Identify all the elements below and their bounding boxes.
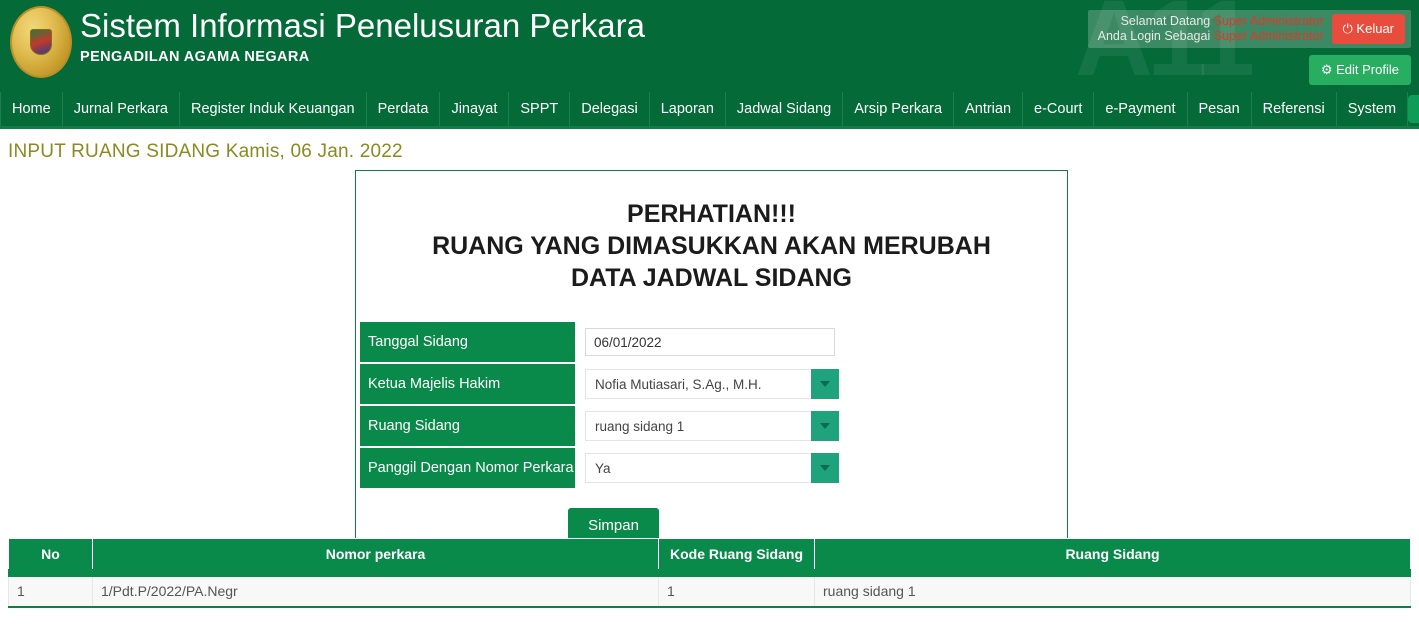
nav-item-e-court[interactable]: e-Court (1023, 92, 1094, 126)
table-head: No Nomor perkara Kode Ruang Sidang Ruang… (9, 539, 1411, 573)
edit-profile-button[interactable]: ⚙ Edit Profile (1309, 55, 1411, 85)
edit-profile-label: Edit Profile (1336, 62, 1399, 77)
chevron-down-icon[interactable] (811, 453, 839, 483)
seal-crest-icon (30, 29, 52, 55)
form-row-ruang-sidang: Ruang Sidang ruang sidang 1 (360, 406, 1067, 446)
panggil-nomor-perkara-select[interactable]: Ya (585, 453, 839, 483)
brand: Sistem Informasi Penelusuran Perkara PEN… (80, 6, 645, 65)
warning-heading: PERHATIAN!!! RUANG YANG DIMASUKKAN AKAN … (356, 193, 1067, 294)
control-ketua-majelis-hakim: Nofia Mutiasari, S.Ag., M.H. (585, 364, 839, 404)
label-ruang-sidang: Ruang Sidang (360, 406, 575, 446)
nav-item-antrian[interactable]: Antrian (954, 92, 1023, 126)
input-form: Tanggal Sidang Ketua Majelis Hakim Nofia… (356, 322, 1067, 543)
logout-label: Keluar (1356, 21, 1394, 36)
column-header-kode-ruang-sidang: Kode Ruang Sidang (659, 539, 815, 573)
ruang-sidang-select[interactable]: ruang sidang 1 (585, 411, 839, 441)
cell-nomor-perkara: 1/Pdt.P/2022/PA.Negr (93, 573, 659, 607)
column-header-ruang-sidang: Ruang Sidang (815, 539, 1411, 573)
ketua-majelis-hakim-value: Nofia Mutiasari, S.Ag., M.H. (585, 369, 811, 399)
power-icon: ⏻ (1343, 21, 1353, 36)
gear-icon: ⚙ (1321, 62, 1333, 77)
label-panggil-dengan-nomor-perkara: Panggil Dengan Nomor Perkara (360, 448, 575, 488)
nav-item-jurnal-perkara[interactable]: Jurnal Perkara (63, 92, 180, 126)
nav-item-system[interactable]: System (1337, 92, 1408, 126)
warning-line-3: DATA JADWAL SIDANG (374, 262, 1049, 294)
nav-item-arsip-perkara[interactable]: Arsip Perkara (843, 92, 954, 126)
column-header-no: No (9, 539, 93, 573)
table-row[interactable]: 1 1/Pdt.P/2022/PA.Negr 1 ruang sidang 1 (9, 573, 1411, 607)
nav-item-laporan[interactable]: Laporan (650, 92, 726, 126)
user-greeting-lines: Selamat Datang Super Administrator Anda … (1098, 14, 1324, 44)
control-panggil-dengan-nomor-perkara: Ya (585, 448, 839, 488)
column-header-nomor-perkara: Nomor perkara (93, 539, 659, 573)
greeting-line: Selamat Datang Super Administrator (1098, 14, 1324, 29)
cell-ruang-sidang: ruang sidang 1 (815, 573, 1411, 607)
table-body: 1 1/Pdt.P/2022/PA.Negr 1 ruang sidang 1 (9, 573, 1411, 607)
nav-item-referensi[interactable]: Referensi (1252, 92, 1337, 126)
nav-item-home[interactable]: Home (0, 92, 63, 126)
greeting-username: Super Administrator (1214, 14, 1324, 28)
nav-item-pesan[interactable]: Pesan (1188, 92, 1252, 126)
nav-item-e-payment[interactable]: e-Payment (1094, 92, 1187, 126)
app-title: Sistem Informasi Penelusuran Perkara (80, 6, 645, 46)
nav-item-register-induk-keuangan[interactable]: Register Induk Keuangan (180, 92, 367, 126)
ruang-sidang-value: ruang sidang 1 (585, 411, 811, 441)
mahkamah-agung-seal-icon (10, 6, 72, 78)
main-navigation: Home Jurnal Perkara Register Induk Keuan… (0, 92, 1419, 129)
page-title: INPUT RUANG SIDANG Kamis, 06 Jan. 2022 (0, 129, 1419, 163)
label-ketua-majelis-hakim: Ketua Majelis Hakim (360, 364, 575, 404)
role-username: Super Administrator (1214, 29, 1324, 43)
role-line: Anda Login Sebagai Super Administrator (1098, 29, 1324, 44)
warning-line-2: RUANG YANG DIMASUKKAN AKAN MERUBAH (374, 230, 1049, 262)
nav-item-jinayat[interactable]: Jinayat (440, 92, 509, 126)
nav-item-perdata[interactable]: Perdata (367, 92, 441, 126)
cell-no: 1 (9, 573, 93, 607)
logout-button[interactable]: ⏻ Keluar (1332, 14, 1406, 44)
form-row-panggil-dengan-nomor-perkara: Panggil Dengan Nomor Perkara Ya (360, 448, 1067, 488)
input-ruang-sidang-panel: PERHATIAN!!! RUANG YANG DIMASUKKAN AKAN … (355, 170, 1068, 560)
table-header-row: No Nomor perkara Kode Ruang Sidang Ruang… (9, 539, 1411, 573)
role-prefix: Anda Login Sebagai (1098, 29, 1211, 43)
form-row-ketua-majelis-hakim: Ketua Majelis Hakim Nofia Mutiasari, S.A… (360, 364, 1067, 404)
nav-item-delegasi[interactable]: Delegasi (570, 92, 649, 126)
ruang-sidang-table: No Nomor perkara Kode Ruang Sidang Ruang… (8, 538, 1411, 608)
label-tanggal-sidang: Tanggal Sidang (360, 322, 575, 362)
nav-item-jadwal-sidang[interactable]: Jadwal Sidang (726, 92, 843, 126)
chevron-down-icon[interactable] (811, 411, 839, 441)
user-info-box: Selamat Datang Super Administrator Anda … (1088, 10, 1411, 48)
app-subtitle: PENGADILAN AGAMA NEGARA (80, 49, 645, 65)
help-button[interactable]: ? Help (1408, 95, 1419, 123)
control-ruang-sidang: ruang sidang 1 (585, 406, 839, 446)
warning-line-1: PERHATIAN!!! (374, 198, 1049, 230)
app-header: A11 Sistem Informasi Penelusuran Perkara… (0, 0, 1419, 92)
form-row-tanggal-sidang: Tanggal Sidang (360, 322, 1067, 362)
chevron-down-icon[interactable] (811, 369, 839, 399)
ketua-majelis-hakim-select[interactable]: Nofia Mutiasari, S.Ag., M.H. (585, 369, 839, 399)
panggil-nomor-perkara-value: Ya (585, 453, 811, 483)
control-tanggal-sidang (585, 322, 835, 362)
nav-item-sppt[interactable]: SPPT (509, 92, 570, 126)
cell-kode-ruang-sidang: 1 (659, 573, 815, 607)
tanggal-sidang-input[interactable] (585, 328, 835, 356)
greeting-prefix: Selamat Datang (1121, 14, 1211, 28)
